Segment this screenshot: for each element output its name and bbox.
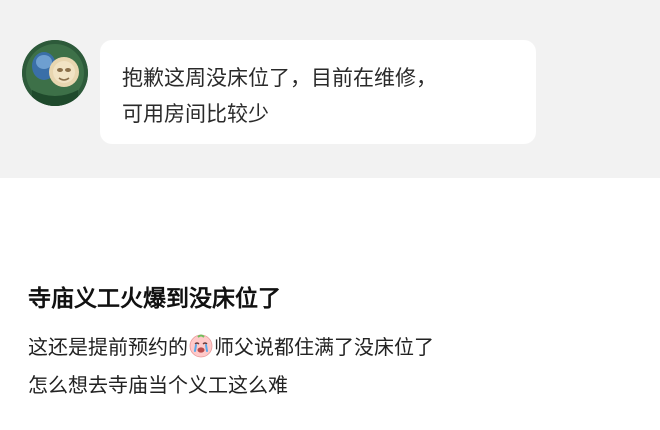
avatar[interactable] bbox=[22, 40, 88, 106]
message-line-2: 可用房间比较少 bbox=[122, 102, 269, 126]
post-body-text-after-emoji: 师父说都住满了没床位了 bbox=[214, 335, 434, 359]
post-body-line-2: 怎么想去寺庙当个义工这么难 bbox=[28, 373, 288, 397]
crying-face-emoji-icon bbox=[189, 334, 213, 358]
chat-area: 抱歉这周没床位了，目前在维修， 可用房间比较少 bbox=[0, 0, 660, 178]
post-content: 寺庙义工火爆到没床位了 这还是提前预约的 师父说都住满了没床位了 怎么想去寺庙当… bbox=[28, 282, 638, 404]
message-line-1: 抱歉这周没床位了，目前在维修， bbox=[122, 66, 437, 90]
avatar-image bbox=[22, 40, 88, 106]
post-body-text-before-emoji: 这还是提前预约的 bbox=[28, 335, 188, 359]
message-bubble[interactable]: 抱歉这周没床位了，目前在维修， 可用房间比较少 bbox=[100, 40, 536, 144]
post-title: 寺庙义工火爆到没床位了 bbox=[28, 286, 281, 312]
post-body-line-1: 这还是提前预约的 师父说都住满了没床位了 bbox=[28, 328, 638, 366]
